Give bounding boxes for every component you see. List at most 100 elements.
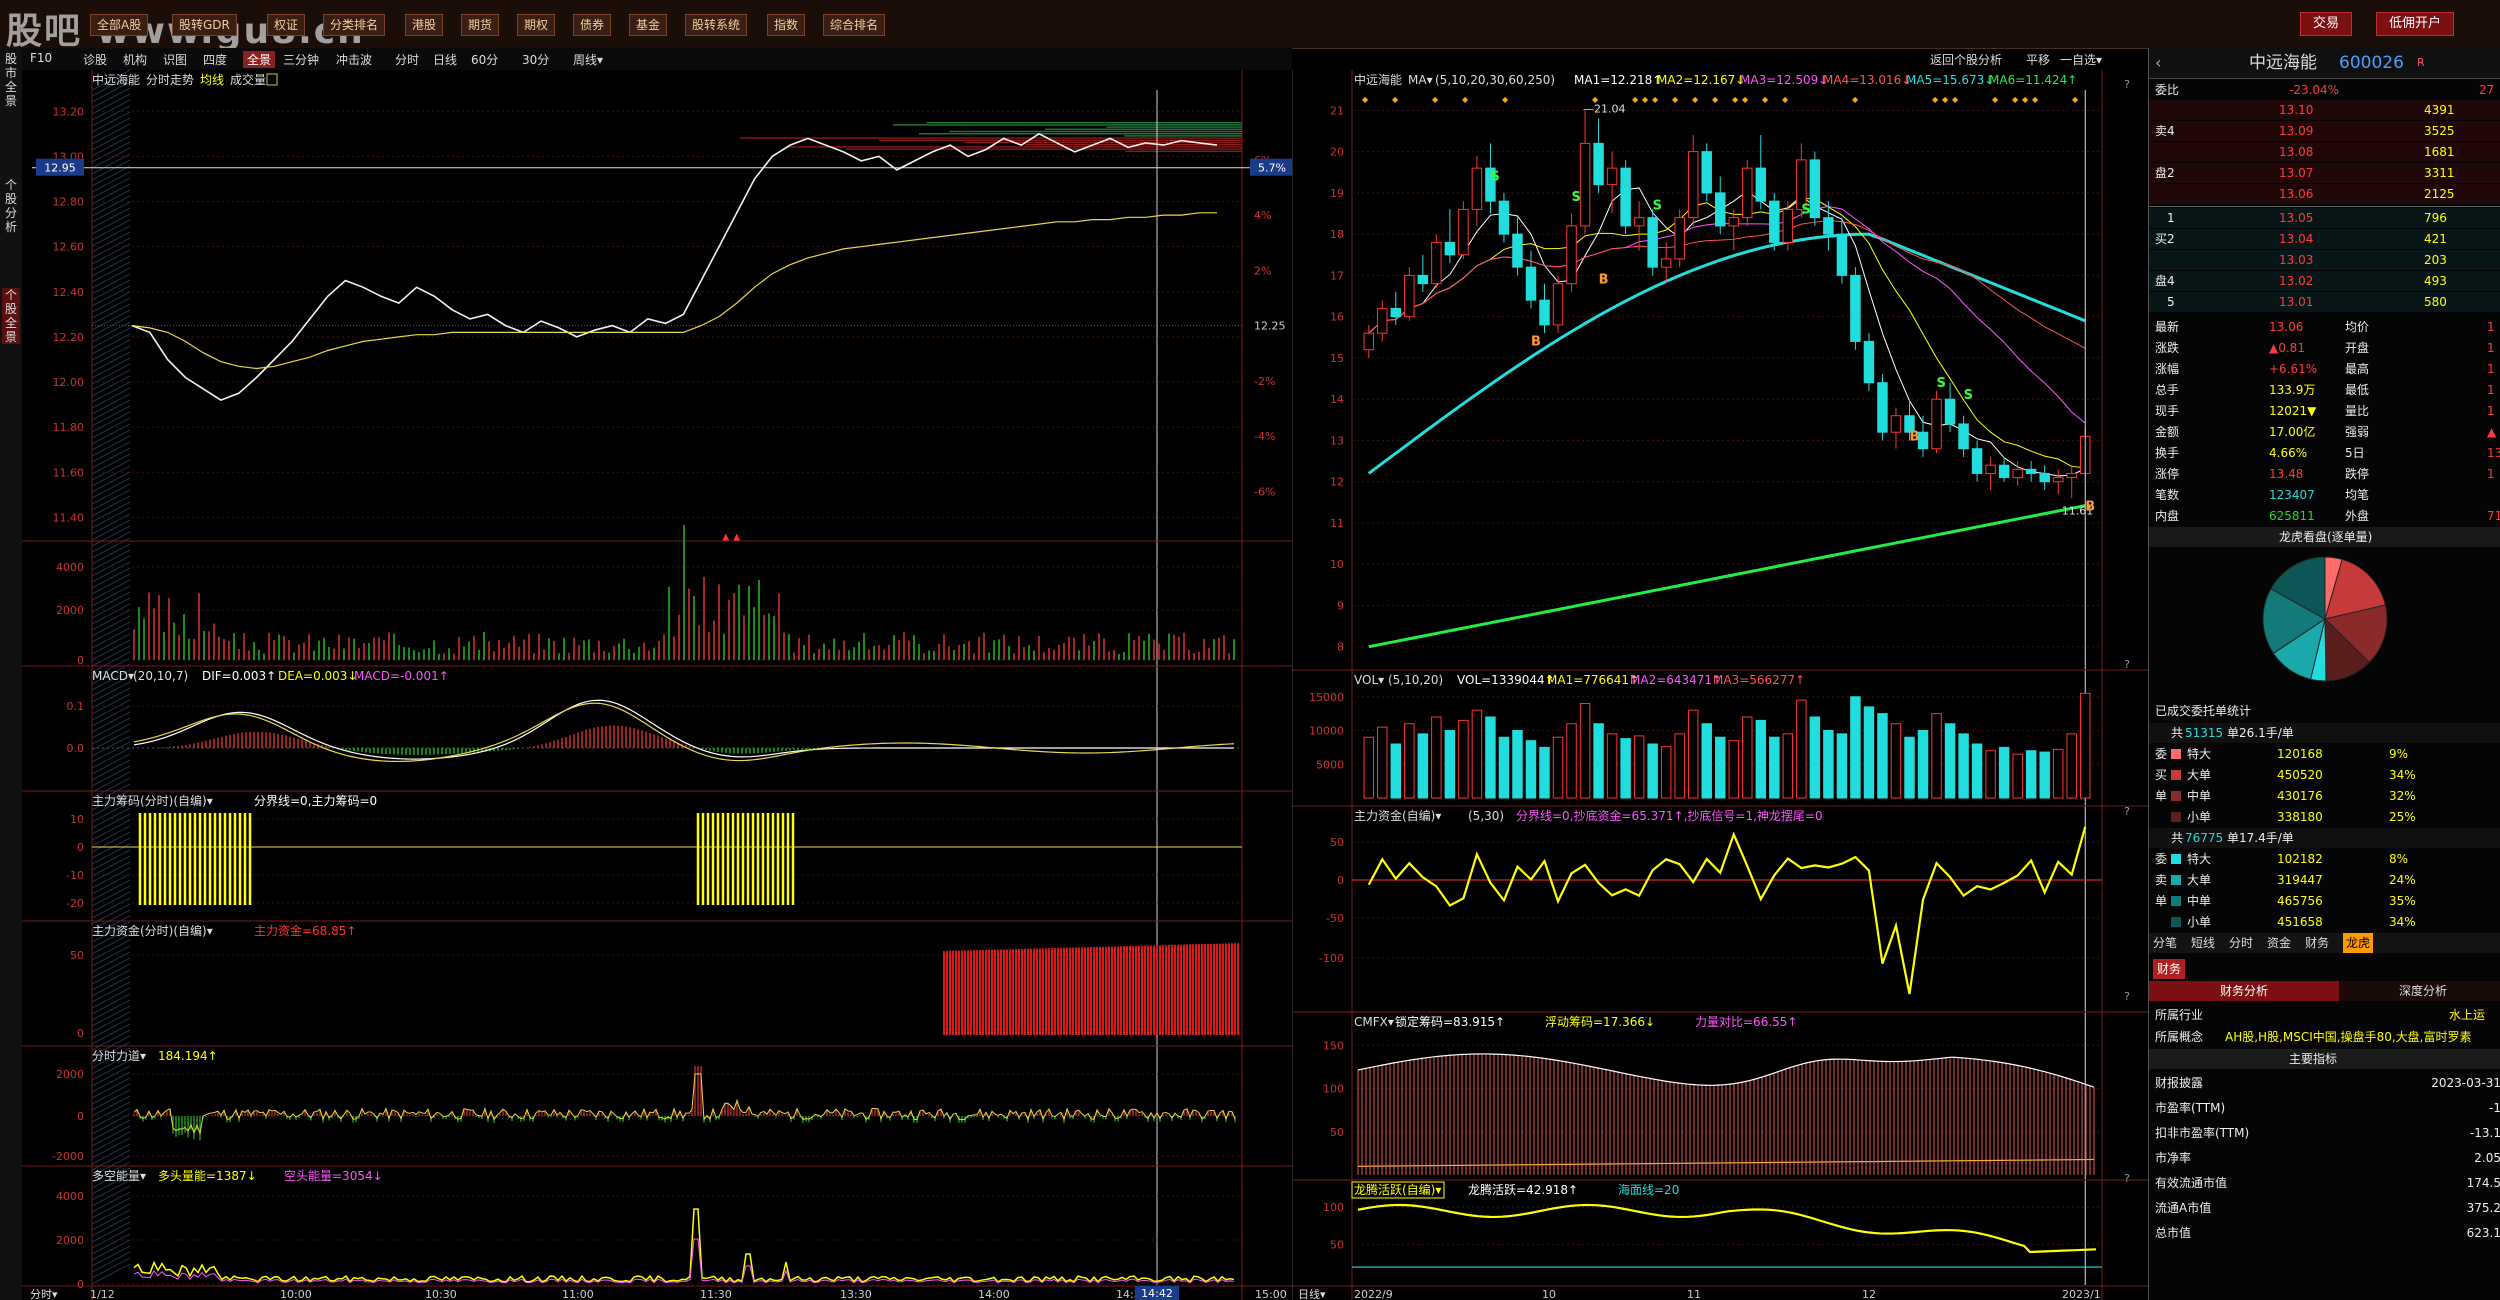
toolbar-item-5[interactable]: 全景: [243, 51, 276, 68]
candle-body: [1579, 142, 1591, 227]
legend-swatch: [2171, 854, 2181, 864]
stat-key: 涨跌: [2155, 341, 2180, 355]
trade-signal-marker: B: [1910, 429, 1920, 444]
top-tab-11[interactable]: 综合排名: [823, 14, 886, 36]
fin-tab[interactable]: 财务: [2153, 959, 2186, 979]
price-axis-label: 12.00: [53, 376, 85, 389]
vol-bar: [1593, 723, 1604, 799]
ask-vol: 2125: [2424, 187, 2455, 201]
quote-tab-1[interactable]: 短线: [2191, 933, 2215, 953]
sell-order-total-row: 共 76775 单17.4手/单: [2149, 828, 2500, 848]
top-tab-10[interactable]: 指数: [767, 14, 806, 36]
dkln-header-part-0: 多空能量▾: [92, 1169, 146, 1183]
pct-axis-label: -6%: [1254, 485, 1275, 498]
candle-body: [1539, 299, 1550, 326]
top-tab-1[interactable]: 股转GDR: [172, 14, 237, 36]
top-tab-3[interactable]: 分类排名: [323, 14, 386, 36]
period-tab-0[interactable]: 分时: [395, 51, 419, 68]
top-tab-6[interactable]: 期权: [517, 14, 556, 36]
depth-analysis-tab[interactable]: 深度分析: [2399, 981, 2447, 1001]
bid-row: 盘 4 13.02 493: [2149, 271, 2500, 291]
top-tab-5[interactable]: 期货: [461, 14, 500, 36]
quote-tab-5[interactable]: 龙虎: [2343, 933, 2374, 953]
top-tab-0[interactable]: 全部A股: [90, 14, 149, 36]
macd-axis-label: 0.1: [67, 700, 85, 713]
trade-button[interactable]: 交易: [2300, 12, 2353, 36]
cmfx-axis-label: 150: [1323, 1039, 1344, 1052]
help-icon: ?: [2124, 78, 2130, 91]
candle-body: [1674, 217, 1685, 260]
fsld-axis-label: 2000: [56, 1068, 84, 1081]
top-tab-9[interactable]: 股转系统: [685, 14, 748, 36]
vol-bar: [1498, 736, 1510, 799]
time-axis-label: 14:00: [978, 1288, 1010, 1300]
legend-swatch: [2171, 896, 2181, 906]
quote-tab-0[interactable]: 分笔: [2153, 933, 2177, 953]
vol-bar: [1674, 733, 1685, 799]
trade-signal-marker: S: [1937, 376, 1946, 391]
top-tab-2[interactable]: 权证: [267, 14, 306, 36]
top-tab-7[interactable]: 债券: [573, 14, 612, 36]
buy-order-side-char: 单: [2155, 789, 2168, 803]
depth-bar: [786, 146, 1242, 148]
vol-bar: [1444, 730, 1456, 799]
time-axis-label: 10:30: [425, 1288, 457, 1300]
top-tab-8[interactable]: 基金: [629, 14, 668, 36]
stat-key: 换手: [2155, 446, 2180, 460]
toolbar-item-2[interactable]: 机构: [123, 51, 147, 68]
fin-analysis-tab[interactable]: 财务分析: [2149, 981, 2339, 1001]
toolbar-item-1[interactable]: 诊股: [83, 51, 107, 68]
fin-key: 扣非市盈率(TTM): [2155, 1126, 2250, 1140]
pct-axis-label: -2%: [1254, 375, 1275, 388]
candle-body: [1877, 382, 1888, 433]
fin-value: 623.1: [2466, 1226, 2500, 1240]
vol-bar: [1971, 743, 1983, 799]
stat-row: 最新 13.06 均价 1: [2149, 317, 2500, 337]
vol-bar: [1985, 750, 1996, 799]
toolbar-item-7[interactable]: 冲击波: [336, 51, 372, 68]
zlcm-axis-label: 0: [77, 841, 84, 854]
daily-kline-chart-area[interactable]: 中远海能 MA▾ (5,10,20,30,60,250) MA1=12.218↑MA2…: [1292, 70, 2148, 1300]
quote-tab-4[interactable]: 财务: [2305, 933, 2329, 953]
period-tab-2[interactable]: 60分: [471, 51, 498, 68]
toolbar-right-0[interactable]: 返回个股分析: [1930, 51, 2002, 68]
toolbar-right-2[interactable]: 一自选▾: [2060, 51, 2102, 68]
toolbar-right-1[interactable]: 平移: [2026, 51, 2050, 68]
quote-tab-3[interactable]: 资金: [2267, 933, 2291, 953]
cmfx-header-part-0: CMFX▾: [1354, 1015, 1394, 1029]
intraday-header: 中远海能 分时走势 均线 成交量: [92, 72, 266, 87]
vol-bar: [1755, 719, 1767, 799]
lths-header-part-0: 龙腾活跃(自编)▾: [1354, 1182, 1441, 1197]
diamond-icon: ◆: [1712, 95, 1719, 104]
period-tab-4[interactable]: 周线▾: [573, 51, 603, 68]
vol-bar: [1417, 733, 1429, 799]
back-chevron-icon[interactable]: ‹: [2155, 48, 2161, 78]
top-tab-4[interactable]: 港股: [405, 14, 444, 36]
ref-price-label: 12.25: [1254, 320, 1286, 333]
stat-value: ▲0.81: [2269, 341, 2305, 355]
tab-market-overview[interactable]: 股市全景: [2, 52, 20, 108]
vol-bar: [1701, 723, 1712, 799]
depth-bar: [740, 137, 1242, 139]
period-tab-1[interactable]: 日线: [433, 51, 457, 68]
candle-body: [2039, 472, 2050, 483]
fsld-header-part-0: 分时力道▾: [92, 1049, 146, 1063]
quote-tab-2[interactable]: 分时: [2229, 933, 2253, 953]
zlzj-daily-axis-label: 50: [1330, 836, 1344, 849]
toolbar-item-4[interactable]: 四度: [203, 51, 227, 68]
lths-header-part-2: 海面线=20: [1618, 1182, 1679, 1197]
kline-price-label: 13: [1330, 434, 1344, 447]
kline-price-label: 9: [1337, 599, 1344, 612]
macd-header: MACD▾ (20,10,7) DIF=0.003↑ DEA=0.003↓MACD=-…: [92, 669, 449, 683]
toolbar-item-0[interactable]: F10: [30, 51, 52, 65]
intraday-chart-area[interactable]: 中远海能 分时走势 均线 成交量13.2013.0012.8012.6012.4012…: [22, 70, 1292, 1300]
tab-stock-panorama[interactable]: 个股全景: [2, 288, 20, 344]
vol-axis-label: 15000: [1309, 691, 1344, 704]
fin-row: 流通A市值 375.2: [2149, 1198, 2500, 1218]
open-account-button[interactable]: 低佣开户: [2376, 12, 2455, 36]
dkln-header: 多空能量▾ 多头量能=1387↓ 空头能量=3054↓: [92, 1169, 383, 1183]
tab-stock-analysis[interactable]: 个股分析: [2, 178, 20, 234]
period-tab-3[interactable]: 30分: [522, 51, 549, 68]
toolbar-item-3[interactable]: 识图: [163, 51, 187, 68]
toolbar-item-6[interactable]: 三分钟: [283, 51, 319, 68]
